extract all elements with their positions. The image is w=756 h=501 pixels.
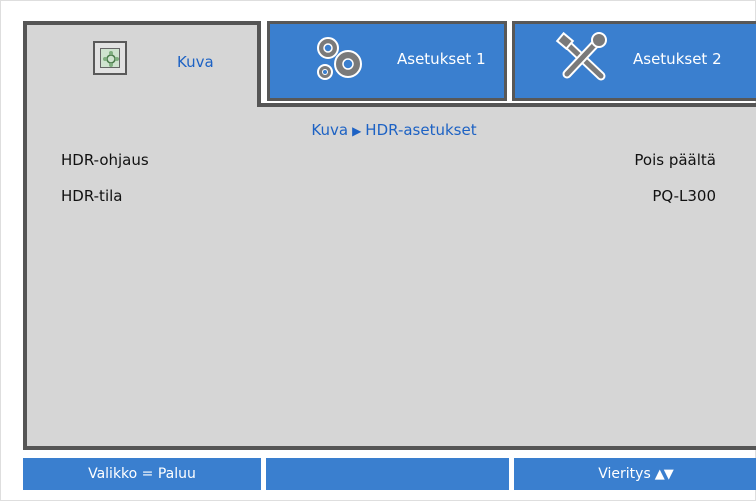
breadcrumb-separator-icon: ▶	[352, 124, 362, 138]
setting-value[interactable]: Pois päältä	[634, 151, 716, 169]
setting-label: HDR-ohjaus	[61, 151, 149, 169]
setting-row-hdr-ohjaus[interactable]: HDR-ohjaus Pois päältä	[61, 151, 716, 175]
tab-kuva[interactable]: Kuva	[23, 21, 261, 107]
picture-icon	[93, 41, 127, 75]
setting-label: HDR-tila	[61, 187, 123, 205]
tab-label: Asetukset 1	[397, 50, 486, 68]
setting-value[interactable]: PQ-L300	[652, 187, 716, 205]
footer-scroll-hint: Vieritys ▲▼	[514, 458, 756, 490]
tools-icon	[555, 31, 611, 84]
footer-middle	[266, 458, 509, 490]
up-down-arrows-icon: ▲▼	[654, 467, 674, 482]
gears-icon	[312, 32, 368, 84]
breadcrumb-parent: Kuva	[311, 121, 349, 139]
breadcrumb: Kuva ▶ HDR-asetukset	[27, 121, 756, 139]
footer-back-hint: Valikko = Paluu	[23, 458, 261, 490]
footer-back-label: Valikko = Paluu	[88, 466, 196, 482]
tab-asetukset-1[interactable]: Asetukset 1	[267, 21, 507, 101]
projector-osd-menu: Kuva Asetukset 1 Asetukset 2 Kuva ▶ HDR-…	[0, 0, 756, 501]
setting-row-hdr-tila[interactable]: HDR-tila PQ-L300	[61, 187, 716, 211]
tab-label: Asetukset 2	[633, 50, 722, 68]
tab-asetukset-2[interactable]: Asetukset 2	[512, 21, 756, 101]
tab-label: Kuva	[177, 53, 214, 71]
breadcrumb-current: HDR-asetukset	[365, 121, 477, 139]
footer-scroll-label: Vieritys	[598, 466, 651, 482]
settings-panel: Kuva ▶ HDR-asetukset HDR-ohjaus Pois päält…	[23, 103, 756, 450]
